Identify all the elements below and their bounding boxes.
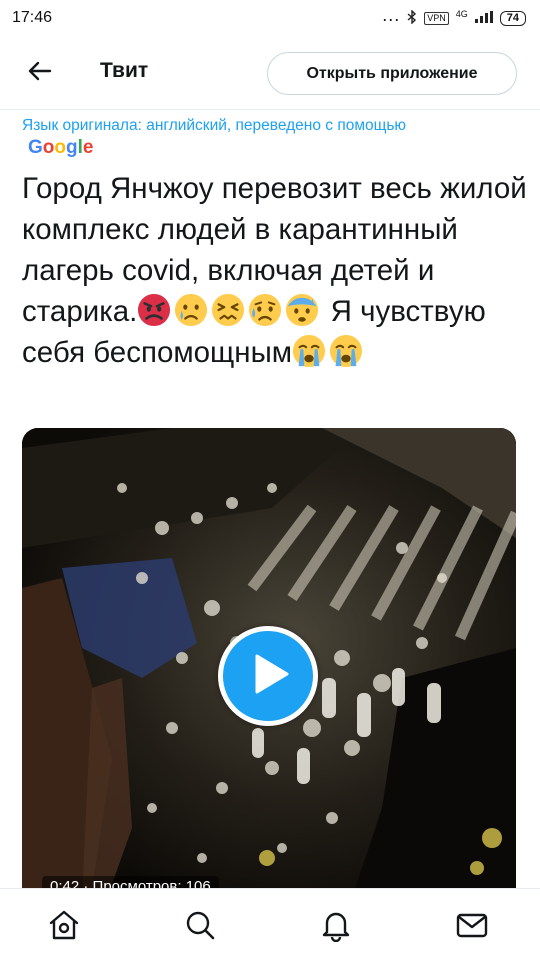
notification-dots: ... bbox=[382, 5, 401, 25]
meta-separator: · bbox=[83, 878, 93, 888]
search-icon bbox=[183, 908, 217, 947]
video-views: Просмотров: 106 bbox=[92, 878, 211, 888]
status-bar: 17:46 ... VPN 4G 74 bbox=[0, 0, 540, 36]
nav-notifications[interactable] bbox=[316, 907, 356, 947]
google-logo: Google bbox=[28, 137, 94, 158]
nav-messages[interactable] bbox=[452, 907, 492, 947]
battery-icon: 74 bbox=[499, 10, 526, 26]
page-title: Твит bbox=[100, 59, 149, 82]
bluetooth-icon bbox=[407, 8, 417, 27]
translation-text[interactable]: Язык оригинала: английский, переведено с… bbox=[22, 117, 406, 134]
home-icon bbox=[47, 908, 81, 947]
nav-home[interactable] bbox=[44, 907, 84, 947]
signal-icon bbox=[474, 10, 493, 26]
crying-face-icon bbox=[174, 293, 208, 327]
nav-search[interactable] bbox=[180, 907, 220, 947]
play-button[interactable] bbox=[218, 626, 318, 726]
translation-note: Язык оригинала: английский, переведено с… bbox=[22, 116, 522, 159]
app-header: Твит Открыть приложение bbox=[0, 36, 540, 110]
play-icon bbox=[246, 653, 290, 700]
angry-face-icon bbox=[137, 293, 171, 327]
open-app-button[interactable]: Открыть приложение bbox=[267, 52, 517, 95]
sad-relieved-face-icon bbox=[248, 293, 282, 327]
video-player[interactable]: 0:42 · Просмотров: 106 bbox=[22, 428, 516, 888]
loudly-crying-face-icon bbox=[329, 334, 363, 368]
vpn-badge: VPN bbox=[424, 11, 449, 25]
tweet-text: Город Янчжоу перевозит весь жилой компле… bbox=[22, 168, 527, 373]
anxious-face-with-sweat-icon bbox=[285, 293, 319, 327]
back-button[interactable] bbox=[26, 59, 54, 87]
network-type: 4G bbox=[455, 9, 468, 19]
status-time: 17:46 bbox=[12, 9, 53, 26]
persevering-face-icon bbox=[211, 293, 245, 327]
mail-icon bbox=[455, 908, 489, 947]
bottom-navigation bbox=[0, 888, 540, 960]
video-meta: 0:42 · Просмотров: 106 bbox=[42, 876, 219, 888]
loudly-crying-face-icon bbox=[292, 334, 326, 368]
status-icons: ... VPN 4G 74 bbox=[382, 6, 526, 27]
video-duration: 0:42 bbox=[50, 878, 80, 888]
arrow-left-icon bbox=[28, 61, 52, 86]
bell-icon bbox=[319, 908, 353, 947]
